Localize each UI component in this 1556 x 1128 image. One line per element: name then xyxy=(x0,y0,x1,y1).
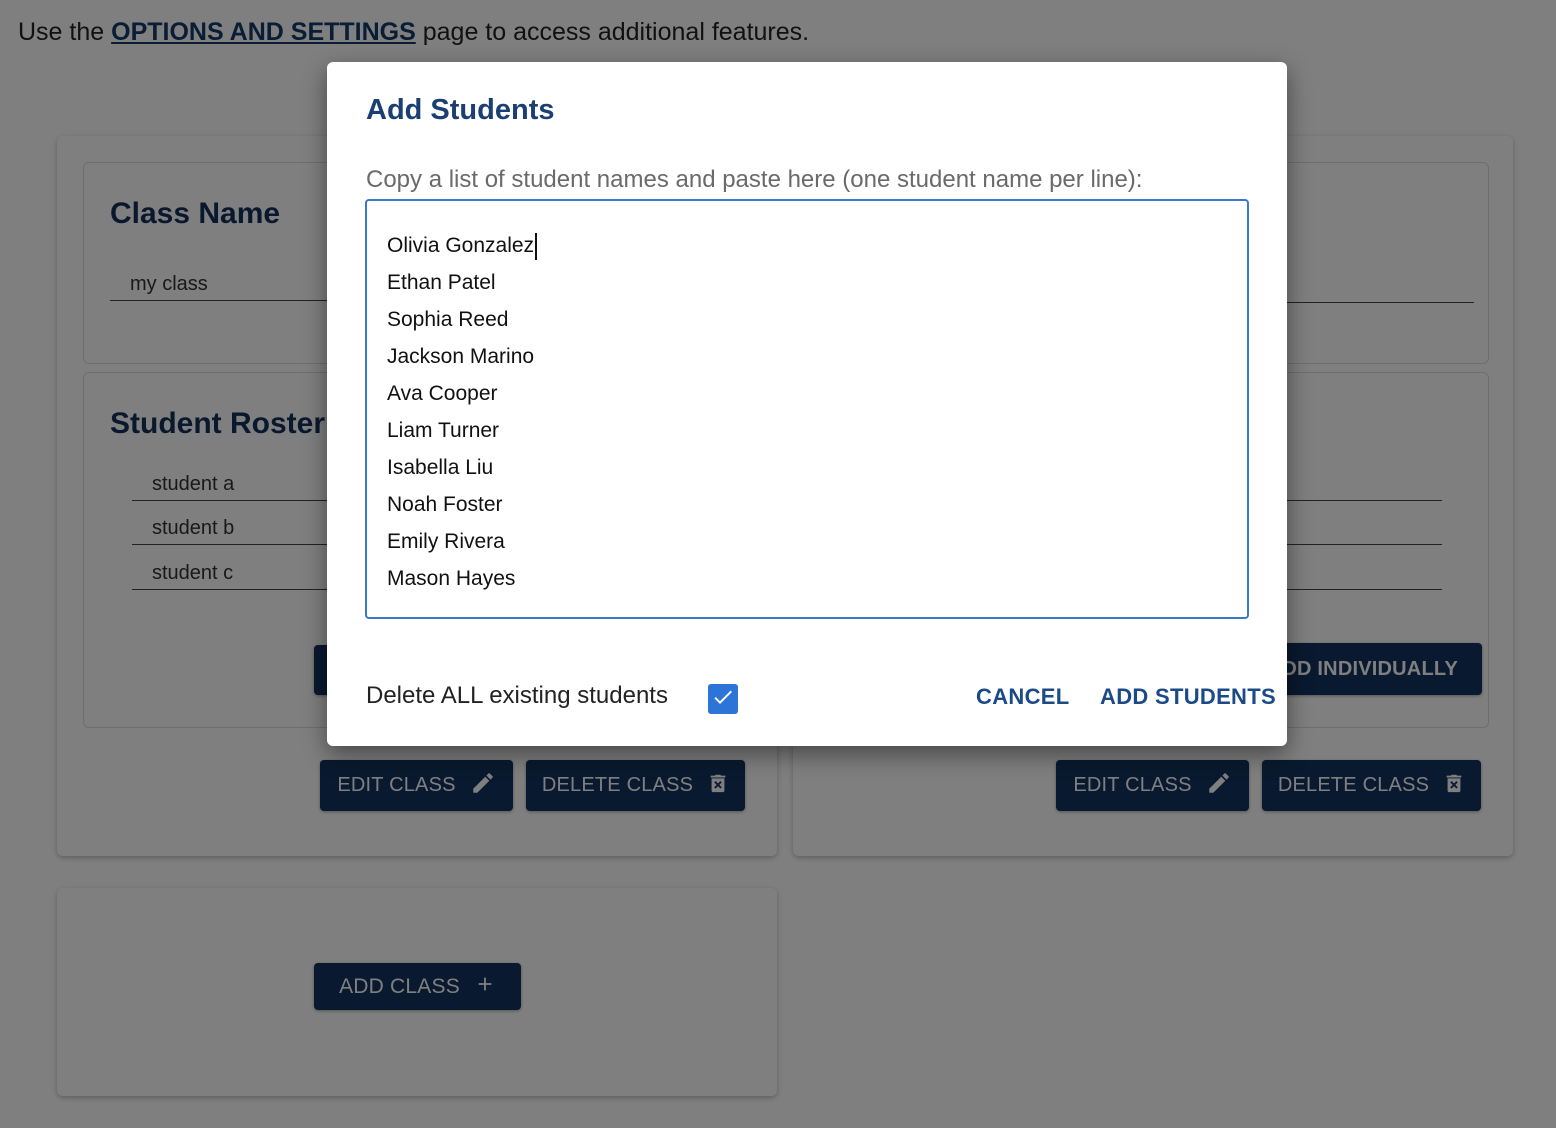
delete-all-checkbox[interactable] xyxy=(708,684,738,714)
student-name-line: Mason Hayes xyxy=(387,567,516,590)
checkmark-icon xyxy=(711,685,735,714)
add-students-dialog: Add Students Copy a list of student name… xyxy=(327,62,1287,746)
student-name-line: Noah Foster xyxy=(387,493,503,516)
student-name-line: Ava Cooper xyxy=(387,382,498,405)
delete-all-label: Delete ALL existing students xyxy=(366,682,668,709)
cancel-button[interactable]: CANCEL xyxy=(976,684,1069,710)
dialog-title: Add Students xyxy=(366,94,555,126)
add-students-button[interactable]: ADD STUDENTS xyxy=(1100,684,1276,710)
text-caret xyxy=(535,232,538,260)
student-names-textarea[interactable]: Olivia Gonzalez Ethan Patel Sophia Reed … xyxy=(365,199,1249,619)
student-name-line: Isabella Liu xyxy=(387,456,494,479)
student-name-line: Sophia Reed xyxy=(387,308,509,331)
student-name-line: Liam Turner xyxy=(387,419,500,442)
student-name-line: Emily Rivera xyxy=(387,530,505,553)
student-name-line: Jackson Marino xyxy=(387,345,535,368)
paste-instruction: Copy a list of student names and paste h… xyxy=(366,166,1143,193)
student-name-line: Ethan Patel xyxy=(387,271,496,294)
student-name-line: Olivia Gonzalez xyxy=(387,227,1227,264)
